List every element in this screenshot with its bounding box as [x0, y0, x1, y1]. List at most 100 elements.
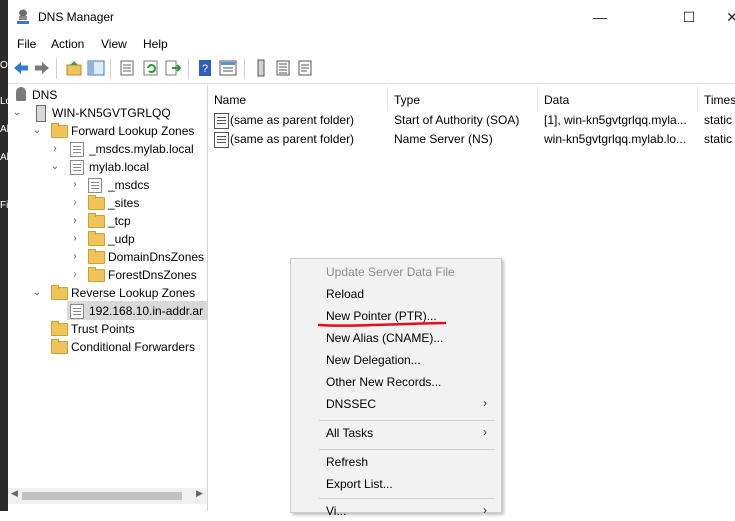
scroll-left-arrow-icon[interactable]: ◀ [11, 488, 18, 499]
column-divider[interactable] [697, 87, 698, 111]
submenu-arrow-icon: › [483, 396, 487, 410]
menu-item-all-tasks[interactable]: All Tasks [326, 423, 373, 443]
menu-help[interactable]: Help [143, 37, 168, 51]
folder-icon [51, 339, 68, 354]
menu-item-dnssec[interactable]: DNSSEC [326, 394, 496, 414]
details-view-icon[interactable] [219, 59, 237, 77]
chevron-right-icon[interactable]: › [70, 176, 80, 194]
maximize-button[interactable]: ☐ [669, 6, 709, 28]
server-record-icon[interactable] [252, 59, 270, 77]
toolbar-separator [244, 59, 245, 79]
tree-item-label: _msdcs [108, 178, 150, 192]
minimize-button[interactable]: — [580, 6, 620, 28]
scroll-right-arrow-icon[interactable]: ▶ [196, 488, 203, 499]
zone-icon [88, 178, 102, 193]
menu-separator [319, 498, 495, 499]
tree-item-reverse-lookup-zones[interactable]: ⌄ Reverse Lookup Zones [8, 284, 207, 302]
tree-item-label: Reverse Lookup Zones [71, 286, 196, 300]
column-divider[interactable] [537, 87, 538, 111]
up-folder-icon[interactable] [65, 59, 83, 77]
desktop-glyph: Fi [0, 200, 8, 211]
red-underline-annotation [318, 321, 446, 327]
zone-icon [70, 304, 84, 319]
record-data: [1], win-kn5gvtgrlqq.myla... [544, 113, 687, 127]
title-bar[interactable]: DNS Manager — ☐ ✕ [8, 0, 735, 34]
table-row[interactable]: (same as parent folder) Start of Authori… [208, 111, 735, 130]
chevron-right-icon[interactable]: › [70, 212, 80, 230]
column-header-name[interactable]: Name [214, 90, 246, 110]
chevron-down-icon[interactable]: ⌄ [12, 104, 22, 122]
menu-item-update-server-data-file: Update Server Data File [326, 265, 455, 279]
tree-item-mylab-local[interactable]: ⌄ mylab.local [8, 158, 207, 176]
chevron-down-icon[interactable]: ⌄ [32, 122, 42, 140]
chevron-down-icon[interactable]: ⌄ [50, 158, 60, 176]
table-row[interactable]: (same as parent folder) Name Server (NS)… [208, 130, 735, 149]
back-icon[interactable] [12, 59, 30, 77]
export-list-icon[interactable] [164, 59, 182, 77]
record-name: (same as parent folder) [230, 113, 355, 127]
tree-item-label: ForestDnsZones [108, 268, 197, 282]
tree-item-domaindnszones[interactable]: › DomainDnsZones [8, 248, 207, 266]
tree-item-tcp[interactable]: › _tcp [8, 212, 207, 230]
record-timestamp: static [704, 132, 733, 146]
chevron-right-icon[interactable]: › [70, 230, 80, 248]
desktop-glyph: Al [0, 152, 8, 163]
column-header-timestamp[interactable]: Times [704, 90, 735, 110]
tree-item-dns[interactable]: DNS [8, 86, 207, 104]
menu-item-new-delegation[interactable]: New Delegation... [326, 350, 421, 370]
record-type: Start of Authority (SOA) [394, 113, 520, 127]
forward-icon[interactable] [33, 59, 51, 77]
desktop-glyph: Al [0, 124, 8, 135]
menu-item-view[interactable]: Vi... [326, 501, 346, 521]
tree-item-forward-lookup-zones[interactable]: ⌄ Forward Lookup Zones [8, 122, 207, 140]
tree-item-label: DNS [32, 88, 58, 102]
zone-icon [70, 160, 84, 175]
scrollbar-thumb[interactable] [22, 492, 182, 500]
refresh-icon[interactable] [142, 59, 160, 77]
menu-item-label: DNSSEC [326, 397, 377, 411]
dns-icon [16, 87, 26, 101]
help-icon[interactable]: ? [196, 59, 214, 77]
menu-view[interactable]: View [101, 37, 127, 51]
desktop-background-strip: O Lo Al Al Fi [0, 0, 8, 511]
show-hide-tree-icon[interactable] [87, 59, 105, 77]
menu-item-reload[interactable]: Reload [326, 284, 364, 304]
filter-icon[interactable] [296, 59, 314, 77]
column-header-data[interactable]: Data [544, 90, 569, 110]
tree-item-server[interactable]: ⌄ WIN-KN5GVTGRLQQ [8, 104, 207, 122]
tree-item-forestdnszones[interactable]: › ForestDnsZones [8, 266, 207, 284]
tree-item-trust-points[interactable]: Trust Points [8, 320, 207, 338]
tree-horizontal-scrollbar[interactable]: ◀ ▶ [8, 488, 207, 504]
chevron-down-icon[interactable]: ⌄ [32, 284, 42, 302]
toolbar: ? [8, 55, 735, 84]
column-header-type[interactable]: Type [394, 90, 420, 110]
menu-action[interactable]: Action [51, 37, 84, 51]
folder-icon [88, 213, 105, 228]
tree-item-msdcs-mylab-local[interactable]: › _msdcs.mylab.local [8, 140, 207, 158]
chevron-right-icon[interactable]: › [70, 266, 80, 284]
window-title: DNS Manager [38, 10, 115, 24]
menu-separator [319, 449, 495, 450]
chevron-right-icon[interactable]: › [50, 140, 60, 158]
toolbar-separator [56, 59, 57, 79]
menu-item-refresh[interactable]: Refresh [326, 452, 368, 472]
menu-item-other-new-records[interactable]: Other New Records... [326, 372, 441, 392]
context-menu: Update Server Data File Reload New Point… [290, 258, 502, 518]
column-divider[interactable] [387, 87, 388, 111]
tree-item-udp[interactable]: › _udp [8, 230, 207, 248]
console-tree-pane[interactable]: DNS ⌄ WIN-KN5GVTGRLQQ ⌄ Forward Lookup Z… [8, 85, 208, 511]
menu-file[interactable]: File [17, 37, 36, 51]
tree-item-conditional-forwarders[interactable]: Conditional Forwarders [8, 338, 207, 356]
tree-item-reverse-zone-192-168-10[interactable]: 192.168.10.in-addr.ar [8, 302, 207, 320]
menu-item-new-alias-cname[interactable]: New Alias (CNAME)... [326, 328, 443, 348]
server-icon [36, 105, 46, 122]
close-button[interactable]: ✕ [712, 6, 735, 28]
dns-manager-app-icon [17, 9, 29, 24]
tree-item-msdcs[interactable]: › _msdcs [8, 176, 207, 194]
properties-icon[interactable] [118, 59, 136, 77]
chevron-right-icon[interactable]: › [70, 194, 80, 212]
chevron-right-icon[interactable]: › [70, 248, 80, 266]
list-icon[interactable] [274, 59, 292, 77]
menu-item-export-list[interactable]: Export List... [326, 474, 393, 494]
tree-item-sites[interactable]: › _sites [8, 194, 207, 212]
